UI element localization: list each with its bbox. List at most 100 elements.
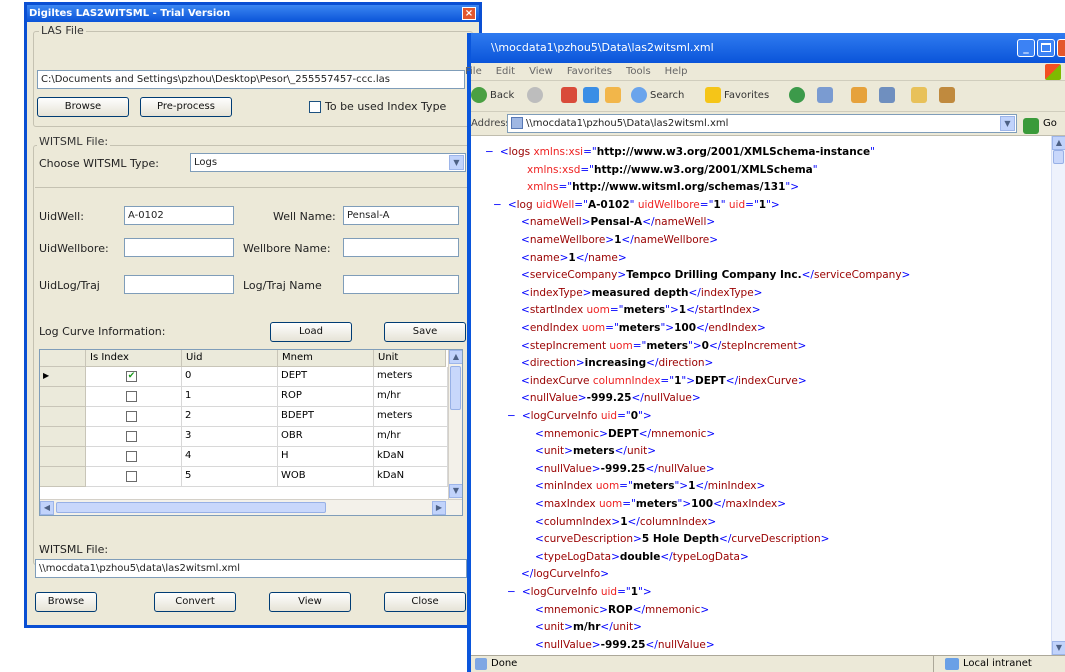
load-button[interactable]: Load — [270, 322, 352, 342]
convert-button[interactable]: Convert — [154, 592, 236, 612]
menu-view[interactable]: View — [529, 66, 553, 77]
edit-button[interactable] — [911, 81, 930, 111]
output-path-input[interactable]: \\mocdata1\pzhou5\data\las2witsml.xml — [35, 559, 467, 578]
xml-line[interactable]: − <log uidWell="A-0102" uidWellbore="1" u… — [493, 197, 780, 213]
is-index-checkbox[interactable] — [126, 451, 137, 462]
column-header-mnem[interactable]: Mnem — [278, 350, 374, 367]
scroll-left-icon[interactable]: ◀ — [40, 501, 54, 515]
mail-button[interactable] — [851, 81, 870, 111]
table-horizontal-scrollbar[interactable]: ◀ ▶ — [40, 499, 462, 515]
unit-cell[interactable]: meters — [374, 407, 448, 427]
row-selector[interactable] — [40, 387, 86, 407]
scroll-thumb[interactable] — [450, 366, 461, 410]
save-button[interactable]: Save — [384, 322, 466, 342]
index-type-checkbox[interactable] — [309, 101, 321, 113]
collapse-minus-icon[interactable]: − — [485, 146, 494, 158]
address-dropdown-icon[interactable]: ▼ — [1000, 116, 1015, 131]
column-header-unit[interactable]: Unit — [374, 350, 446, 367]
menu-help[interactable]: Help — [665, 66, 688, 77]
browser-vertical-scrollbar[interactable]: ▲ ▼ — [1051, 136, 1065, 655]
close-button[interactable]: Close — [384, 592, 466, 612]
is-index-checkbox[interactable] — [126, 471, 137, 482]
xml-line[interactable]: − <logs xmlns:xsi="http://www.w3.org/2001… — [485, 144, 875, 160]
row-selector[interactable] — [40, 427, 86, 447]
unit-cell[interactable]: kDaN — [374, 447, 448, 467]
column-header-is-index[interactable]: Is Index — [86, 350, 182, 367]
scroll-right-icon[interactable]: ▶ — [432, 501, 446, 515]
row-selector[interactable] — [40, 467, 86, 487]
mnem-cell[interactable]: WOB — [278, 467, 374, 487]
menu-edit[interactable]: Edit — [496, 66, 515, 77]
forward-button[interactable] — [527, 81, 546, 111]
unit-cell[interactable]: meters — [374, 367, 448, 387]
address-input[interactable]: \\mocdata1\pzhou5\Data\las2witsml.xml ▼ — [507, 114, 1017, 133]
research-button[interactable] — [939, 81, 958, 111]
menu-favorites[interactable]: Favorites — [567, 66, 612, 77]
uid-cell[interactable]: 4 — [182, 447, 278, 467]
unit-cell[interactable]: m/hr — [374, 427, 448, 447]
row-selector[interactable]: ▶ — [40, 367, 86, 387]
mnem-cell[interactable]: BDEPT — [278, 407, 374, 427]
favorites-button[interactable]: Favorites — [705, 81, 769, 111]
is-index-checkbox[interactable] — [126, 431, 137, 442]
minimize-icon[interactable]: _ — [1017, 39, 1035, 57]
row-selector[interactable] — [40, 447, 86, 467]
dialog-close-icon[interactable]: × — [462, 7, 476, 20]
is-index-checkbox[interactable] — [126, 391, 137, 402]
search-button[interactable]: Search — [631, 81, 684, 111]
column-header-uid[interactable]: Uid — [182, 350, 278, 367]
wellbore-name-input[interactable] — [343, 238, 459, 257]
row-selector[interactable] — [40, 407, 86, 427]
witsml-type-select[interactable]: Logs ▼ — [190, 153, 466, 172]
mnem-cell[interactable]: DEPT — [278, 367, 374, 387]
collapse-minus-icon[interactable]: − — [493, 199, 502, 211]
well-name-input[interactable]: Pensal-A — [343, 206, 459, 225]
uid-cell[interactable]: 0 — [182, 367, 278, 387]
print-button[interactable] — [879, 81, 898, 111]
mnem-cell[interactable]: OBR — [278, 427, 374, 447]
collapse-minus-icon[interactable]: − — [507, 586, 516, 598]
browser-scroll-thumb[interactable] — [1053, 150, 1064, 164]
xml-line[interactable]: − <logCurveInfo uid="1"> — [507, 584, 652, 600]
view-button[interactable]: View — [269, 592, 351, 612]
back-button[interactable]: Back — [471, 81, 514, 111]
scroll-up-icon[interactable]: ▲ — [449, 350, 462, 364]
media-button[interactable] — [789, 81, 808, 111]
uid-cell[interactable]: 1 — [182, 387, 278, 407]
browser-close-icon[interactable] — [1057, 39, 1065, 57]
maximize-icon[interactable] — [1037, 39, 1055, 57]
xml-line[interactable]: − <logCurveInfo uid="0"> — [507, 408, 652, 424]
is-index-checkbox[interactable]: ✔ — [126, 371, 137, 382]
go-button[interactable]: Go — [1023, 115, 1065, 134]
unit-cell[interactable]: kDaN — [374, 467, 448, 487]
output-browse-button[interactable]: Browse — [35, 592, 97, 612]
uid-cell[interactable]: 3 — [182, 427, 278, 447]
las-file-path-input[interactable]: C:\Documents and Settings\pzhou\Desktop\… — [37, 70, 465, 89]
uid-logtraj-input[interactable] — [124, 275, 234, 294]
preprocess-button[interactable]: Pre-process — [140, 97, 232, 117]
collapse-minus-icon[interactable]: − — [507, 410, 516, 422]
browser-scroll-up-icon[interactable]: ▲ — [1052, 136, 1065, 150]
browser-scroll-down-icon[interactable]: ▼ — [1052, 641, 1065, 655]
home-button[interactable] — [605, 81, 624, 111]
menu-file[interactable]: File — [465, 66, 482, 77]
uid-cell[interactable]: 2 — [182, 407, 278, 427]
logtraj-name-input[interactable] — [343, 275, 459, 294]
menu-tools[interactable]: Tools — [626, 66, 651, 77]
uid-well-input[interactable]: A-0102 — [124, 206, 234, 225]
table-vertical-scrollbar[interactable]: ▲ ▼ — [448, 350, 462, 499]
uid-wellbore-input[interactable] — [124, 238, 234, 257]
uid-cell[interactable]: 5 — [182, 467, 278, 487]
refresh-button[interactable] — [583, 81, 602, 111]
scroll-thumb-horizontal[interactable] — [56, 502, 326, 513]
xml-token: endIndex — [529, 322, 582, 334]
mnem-cell[interactable]: H — [278, 447, 374, 467]
scroll-down-icon[interactable]: ▼ — [449, 484, 462, 498]
history-button[interactable] — [817, 81, 836, 111]
is-index-checkbox[interactable] — [126, 411, 137, 422]
unit-cell[interactable]: m/hr — [374, 387, 448, 407]
chevron-down-icon[interactable]: ▼ — [449, 155, 464, 170]
stop-button[interactable] — [561, 81, 580, 111]
mnem-cell[interactable]: ROP — [278, 387, 374, 407]
las-browse-button[interactable]: Browse — [37, 97, 129, 117]
